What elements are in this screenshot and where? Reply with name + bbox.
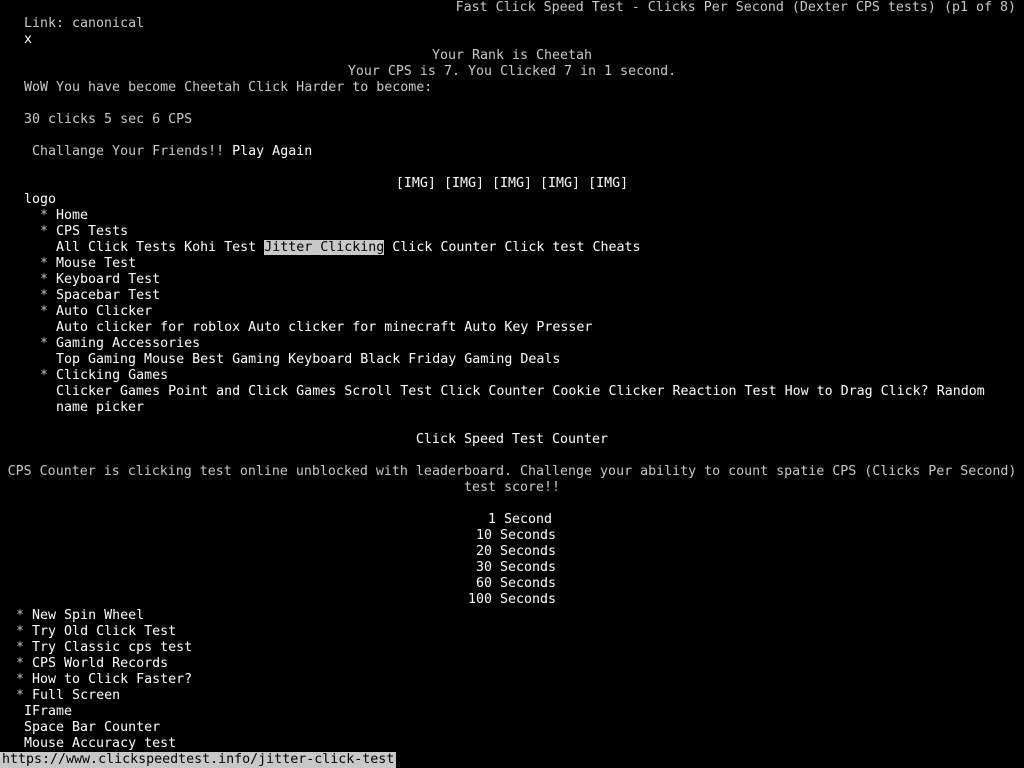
nav-item-auto-clicker[interactable]: * Auto Clicker [40, 304, 152, 320]
duration-option-20[interactable]: 20 Seconds [0, 544, 1024, 560]
footer-link-old-click-test[interactable]: * Try Old Click Test [16, 624, 176, 640]
cps-result-text: Your CPS is 7. You Clicked 7 in 1 second… [347, 64, 677, 79]
submenu-cookie-clicker[interactable]: Cookie Clicker [552, 384, 664, 399]
footer-link-world-records[interactable]: * CPS World Records [16, 656, 168, 672]
bullet: * [40, 272, 49, 287]
main-heading: Click Speed Test Counter [415, 432, 609, 447]
nav-item-gaming-accessories-label[interactable]: Gaming Accessories [56, 336, 200, 351]
bullet: * [40, 336, 49, 351]
submenu-best-gaming-keyboard[interactable]: Best Gaming Keyboard [192, 352, 352, 367]
submenu-auto-clicker-roblox[interactable]: Auto clicker for roblox [56, 320, 240, 335]
nav-item-cps-tests-label[interactable]: CPS Tests [56, 224, 128, 239]
nav-item-clicking-games-label[interactable]: Clicking Games [56, 368, 168, 383]
image-placeholder[interactable]: [IMG] [396, 176, 436, 191]
image-row: [IMG] [IMG] [IMG] [IMG] [IMG] [0, 176, 1024, 192]
footer-link-spin-wheel[interactable]: * New Spin Wheel [16, 608, 144, 624]
description-line-1: CPS Counter is clicking test online unbl… [7, 464, 1017, 479]
gaming-submenu: Top Gaming Mouse Best Gaming Keyboard Bl… [56, 352, 560, 368]
footer-link-mouse-accuracy[interactable]: Mouse Accuracy test [24, 736, 176, 752]
bullet: * [16, 656, 25, 671]
bullet: * [40, 368, 49, 383]
submenu-click-test-cheats[interactable]: Click test Cheats [504, 240, 640, 255]
submenu-click-counter[interactable]: Click Counter [392, 240, 496, 255]
image-placeholder[interactable]: [IMG] [492, 176, 532, 191]
nav-item-keyboard-test[interactable]: * Keyboard Test [40, 272, 160, 288]
submenu-drag-click[interactable]: How to Drag Click? [785, 384, 929, 399]
submenu-jitter-clicking[interactable]: Jitter Clicking [264, 240, 385, 255]
footer-link-full-screen[interactable]: * Full Screen [16, 688, 120, 704]
duration-option-1[interactable]: 1 Second [0, 512, 1024, 528]
bullet: * [16, 672, 25, 687]
bullet: * [16, 688, 25, 703]
submenu-random-name-picker[interactable]: Random [937, 384, 985, 399]
submenu-point-and-click[interactable]: Point and Click Games [168, 384, 336, 399]
nav-item-spacebar-test-label[interactable]: Spacebar Test [56, 288, 160, 303]
submenu-click-counter-2[interactable]: Click Counter [440, 384, 544, 399]
bullet: * [40, 288, 49, 303]
bullet: * [16, 624, 25, 639]
nav-item-spacebar-test[interactable]: * Spacebar Test [40, 288, 160, 304]
bullet: * [40, 208, 49, 223]
rank-text: Your Rank is Cheetah [431, 48, 593, 63]
submenu-scroll-test[interactable]: Scroll Test [344, 384, 432, 399]
bullet: * [16, 640, 25, 655]
footer-link-label[interactable]: Try Old Click Test [32, 624, 176, 639]
footer-link-space-bar-counter[interactable]: Space Bar Counter [24, 720, 160, 736]
image-placeholder[interactable]: [IMG] [444, 176, 484, 191]
submenu-reaction-test[interactable]: Reaction Test [673, 384, 777, 399]
submenu-all-click-tests[interactable]: All Click Tests [56, 240, 176, 255]
footer-link-iframe[interactable]: IFrame [24, 704, 72, 720]
challenge-row: Challange Your Friends!! Play Again [24, 144, 312, 160]
bullet: * [16, 608, 25, 623]
image-placeholder[interactable]: [IMG] [540, 176, 580, 191]
image-placeholder[interactable]: [IMG] [588, 176, 628, 191]
close-x-link[interactable]: x [24, 32, 32, 48]
wow-text: WoW You have become Cheetah Click Harder… [24, 80, 433, 95]
duration-option-10[interactable]: 10 Seconds [0, 528, 1024, 544]
status-bar-url: https://www.clickspeedtest.info/jitter-c… [0, 752, 397, 768]
nav-item-gaming-accessories[interactable]: * Gaming Accessories [40, 336, 200, 352]
nav-item-cps-tests[interactable]: * CPS Tests [40, 224, 128, 240]
submenu-kohi-test[interactable]: Kohi Test [184, 240, 256, 255]
nav-item-auto-clicker-label[interactable]: Auto Clicker [56, 304, 152, 319]
link-canonical[interactable]: Link: canonical [24, 16, 144, 32]
page-title: Fast Click Speed Test - Clicks Per Secon… [455, 0, 1016, 15]
logo[interactable]: logo [24, 192, 56, 208]
footer-link-click-faster[interactable]: * How to Click Faster? [16, 672, 192, 688]
auto-clicker-submenu: Auto clicker for roblox Auto clicker for… [56, 320, 592, 336]
cps-submenu: All Click Tests Kohi Test Jitter Clickin… [56, 240, 640, 256]
submenu-black-friday-deals[interactable]: Black Friday Gaming Deals [360, 352, 560, 367]
submenu-random-name-picker-cont[interactable]: name picker [56, 400, 144, 416]
nav-item-mouse-test-label[interactable]: Mouse Test [56, 256, 136, 271]
nav-item-home[interactable]: * Home [40, 208, 88, 224]
description-line-2: test score!! [463, 480, 561, 495]
footer-link-label[interactable]: How to Click Faster? [32, 672, 192, 687]
challenge-text: Challange Your Friends!! [24, 144, 225, 159]
footer-link-label[interactable]: CPS World Records [32, 656, 168, 671]
submenu-auto-key-presser[interactable]: Auto Key Presser [464, 320, 592, 335]
duration-option-60[interactable]: 60 Seconds [0, 576, 1024, 592]
submenu-clicker-games[interactable]: Clicker Games [56, 384, 160, 399]
duration-option-30[interactable]: 30 Seconds [0, 560, 1024, 576]
duration-option-100[interactable]: 100 Seconds [0, 592, 1024, 608]
nav-item-keyboard-test-label[interactable]: Keyboard Test [56, 272, 160, 287]
footer-link-label[interactable]: Full Screen [32, 688, 120, 703]
clicking-games-submenu: Clicker Games Point and Click Games Scro… [56, 384, 985, 400]
footer-link-classic-cps[interactable]: * Try Classic cps test [16, 640, 192, 656]
next-goal-text: 30 clicks 5 sec 6 CPS [24, 112, 193, 127]
nav-item-clicking-games[interactable]: * Clicking Games [40, 368, 168, 384]
bullet: * [40, 304, 49, 319]
submenu-top-gaming-mouse[interactable]: Top Gaming Mouse [56, 352, 184, 367]
nav-item-mouse-test[interactable]: * Mouse Test [40, 256, 136, 272]
nav-item-home-label[interactable]: Home [56, 208, 88, 223]
bullet: * [40, 256, 49, 271]
footer-link-label[interactable]: New Spin Wheel [32, 608, 144, 623]
play-again-link[interactable]: Play Again [232, 144, 312, 159]
submenu-auto-clicker-minecraft[interactable]: Auto clicker for minecraft [248, 320, 456, 335]
footer-link-label[interactable]: Try Classic cps test [32, 640, 192, 655]
bullet: * [40, 224, 49, 239]
